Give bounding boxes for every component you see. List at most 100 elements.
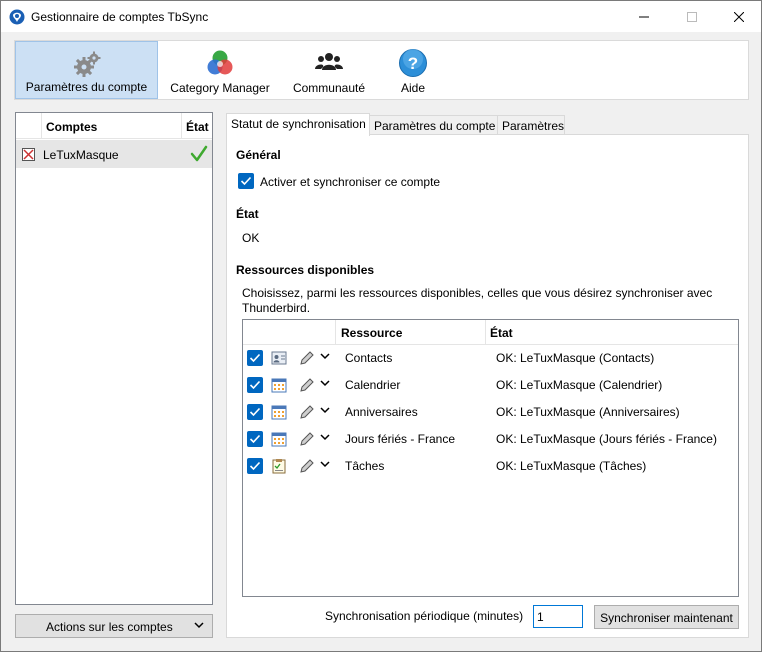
check-icon	[249, 407, 261, 417]
toolbar-label: Communauté	[292, 81, 366, 95]
resource-checkbox[interactable]	[247, 404, 263, 423]
maximize-button[interactable]	[669, 1, 714, 32]
sync-now-button[interactable]: Synchroniser maintenant	[594, 605, 739, 629]
check-icon	[249, 461, 261, 471]
resource-state: OK: LeTuxMasque (Anniversaires)	[496, 405, 680, 419]
svg-text:?: ?	[408, 54, 418, 73]
chevron-down-icon[interactable]	[320, 405, 330, 415]
column-resource[interactable]: Ressource	[341, 326, 402, 340]
sync-interval-label: Synchronisation périodique (minutes)	[325, 609, 524, 623]
calendar-icon	[271, 432, 287, 447]
addressbook-icon	[271, 351, 287, 365]
resources-description-cont: Thunderbird.	[242, 301, 311, 315]
chevron-down-icon[interactable]	[320, 378, 330, 388]
calendar-icon	[271, 378, 287, 393]
column-accounts[interactable]: Comptes	[46, 120, 97, 134]
column-status[interactable]: État	[186, 120, 209, 134]
chevron-down-icon[interactable]	[320, 432, 330, 442]
pencil-icon[interactable]	[299, 458, 315, 474]
resource-row[interactable]: Tâches OK: LeTuxMasque (Tâches)	[243, 453, 738, 480]
chevron-down-icon[interactable]	[320, 459, 330, 469]
pencil-icon[interactable]	[299, 431, 315, 447]
accounts-header: Comptes État	[16, 113, 212, 139]
resource-name: Anniversaires	[345, 405, 418, 419]
resource-checkbox[interactable]	[247, 458, 263, 477]
toolbar-label: Paramètres du compte	[25, 80, 148, 94]
resource-name: Jours fériés - France	[345, 432, 456, 446]
resource-state: OK: LeTuxMasque (Contacts)	[496, 351, 655, 365]
resource-row[interactable]: Jours fériés - France OK: LeTuxMasque (J…	[243, 426, 738, 453]
color-circles-icon	[207, 50, 233, 75]
maximize-icon	[686, 11, 697, 22]
column-divider[interactable]	[485, 320, 486, 345]
resource-name: Contacts	[345, 351, 393, 365]
sync-status-panel: Général Activer et synchroniser ce compt…	[226, 134, 749, 638]
account-actions-label: Actions sur les comptes	[46, 620, 173, 634]
thunderbird-icon	[9, 9, 25, 25]
column-divider[interactable]	[181, 113, 182, 139]
close-icon	[733, 11, 744, 22]
title-bar: Gestionnaire de comptes TbSync	[1, 1, 761, 32]
column-divider[interactable]	[41, 113, 42, 139]
tab-params[interactable]: Paramètres	[497, 115, 565, 136]
tab-account-params[interactable]: Paramètres du compte	[369, 115, 498, 136]
help-icon: ?	[399, 49, 427, 77]
checkbox-checked[interactable]	[238, 173, 254, 189]
section-state-title: État	[236, 207, 259, 221]
toolbar-help[interactable]: ? Aide	[383, 41, 443, 99]
enable-account-label[interactable]: Activer et synchroniser ce compte	[260, 175, 440, 189]
resource-state: OK: LeTuxMasque (Calendrier)	[496, 378, 663, 392]
close-button[interactable]	[716, 1, 761, 32]
pencil-icon[interactable]	[299, 350, 315, 366]
chevron-down-icon[interactable]	[320, 351, 330, 361]
window-title: Gestionnaire de comptes TbSync	[31, 10, 209, 24]
sync-interval-input[interactable]	[533, 605, 583, 628]
pencil-icon[interactable]	[299, 377, 315, 393]
account-icon	[22, 148, 35, 161]
resources-list: Ressource État Contacts OK: LeTuxMasque …	[242, 319, 739, 597]
section-general-title: Général	[236, 148, 281, 162]
resources-header: Ressource État	[243, 320, 738, 345]
resource-state: OK: LeTuxMasque (Jours fériés - France)	[496, 432, 717, 446]
check-icon	[249, 353, 261, 363]
column-state[interactable]: État	[490, 326, 513, 340]
resources-description: Choisissez, parmi les ressources disponi…	[242, 286, 713, 300]
enable-account-checkbox[interactable]	[238, 173, 254, 192]
resource-checkbox[interactable]	[247, 377, 263, 396]
people-icon	[315, 53, 343, 70]
toolbar-account-settings[interactable]: Paramètres du compte	[15, 41, 158, 99]
resource-state: OK: LeTuxMasque (Tâches)	[496, 459, 647, 473]
toolbar-community[interactable]: Communauté	[287, 41, 371, 99]
check-icon	[249, 380, 261, 390]
resource-checkbox[interactable]	[247, 431, 263, 450]
main-toolbar: Paramètres du compte Category Manager Co…	[14, 40, 749, 100]
resource-row[interactable]: Contacts OK: LeTuxMasque (Contacts)	[243, 345, 738, 372]
account-name: LeTuxMasque	[43, 148, 119, 162]
tab-sync-status[interactable]: Statut de synchronisation	[226, 113, 370, 136]
account-row[interactable]: LeTuxMasque	[16, 140, 212, 168]
account-actions-button[interactable]: Actions sur les comptes	[15, 614, 213, 638]
resource-name: Tâches	[345, 459, 385, 473]
section-resources-title: Ressources disponibles	[236, 263, 375, 277]
pencil-icon[interactable]	[299, 404, 315, 420]
checkmark-icon	[190, 145, 208, 162]
resource-row[interactable]: Calendrier OK: LeTuxMasque (Calendrier)	[243, 372, 738, 399]
minimize-button[interactable]	[621, 1, 666, 32]
check-icon	[249, 434, 261, 444]
state-value: OK	[242, 231, 260, 245]
app-window: Gestionnaire de comptes TbSync Paramètre…	[0, 0, 762, 652]
resource-name: Calendrier	[345, 378, 401, 392]
toolbar-category-manager[interactable]: Category Manager	[165, 41, 275, 99]
gears-icon	[74, 51, 101, 77]
resource-row[interactable]: Anniversaires OK: LeTuxMasque (Anniversa…	[243, 399, 738, 426]
minimize-icon	[638, 16, 649, 17]
tasks-icon	[272, 459, 286, 474]
toolbar-label: Aide	[400, 81, 426, 95]
toolbar-label: Category Manager	[170, 81, 270, 95]
calendar-icon	[271, 405, 287, 420]
chevron-down-icon	[194, 622, 204, 629]
check-icon	[240, 176, 252, 186]
accounts-list: Comptes État LeTuxMasque	[15, 112, 213, 605]
column-divider[interactable]	[335, 320, 336, 345]
resource-checkbox[interactable]	[247, 350, 263, 369]
